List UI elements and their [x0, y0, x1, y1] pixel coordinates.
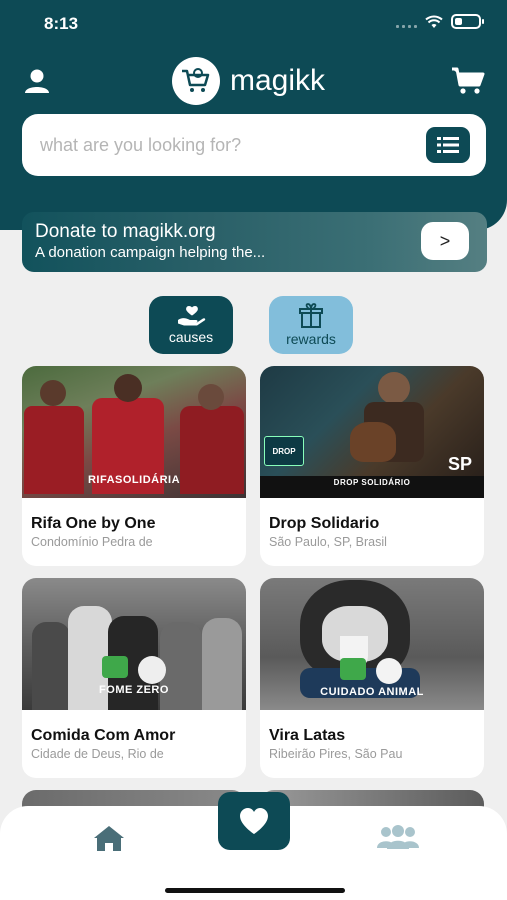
cause-card-image: RIFASOLIDÁRIA [22, 366, 246, 498]
app-logo: magikk [172, 57, 325, 105]
hand-heart-icon [178, 306, 206, 326]
cause-card-vira-latas[interactable]: CUIDADO ANIMAL Vira Latas Ribeirão Pires… [260, 578, 484, 778]
card-title: Drop Solidario [269, 515, 380, 532]
favorites-tab[interactable] [218, 792, 290, 850]
status-icons [396, 14, 484, 29]
card-location: Ribeirão Pires, São Pau [269, 747, 403, 761]
card-image-tag: RIFASOLIDÁRIA [87, 474, 181, 486]
card-title: Rifa One by One [31, 515, 156, 532]
donate-banner[interactable]: Donate to magikk.org A donation campaign… [22, 212, 487, 272]
cause-card-comida[interactable]: FOME ZERO Comida Com Amor Cidade de Deus… [22, 578, 246, 778]
cause-card-rifa[interactable]: RIFASOLIDÁRIA Rifa One by One Condomínio… [22, 366, 246, 566]
cause-card-image: DROP SP DROP SOLIDÁRIO [260, 366, 484, 498]
home-indicator [165, 888, 345, 893]
status-bar: 8:13 [0, 0, 507, 48]
search-input[interactable] [40, 134, 400, 156]
card-image-tag: FOME ZERO [99, 684, 169, 696]
bottom-navigation [0, 792, 507, 900]
cause-card-image: FOME ZERO [22, 578, 246, 710]
logo-cart-icon [172, 57, 220, 105]
status-time: 8:13 [44, 14, 79, 33]
logo-text: magikk [230, 64, 326, 97]
battery-icon [451, 14, 484, 29]
shopping-cart-icon[interactable] [451, 66, 485, 96]
donate-subtitle: A donation campaign helping the... [35, 244, 266, 261]
causes-label: causes [168, 329, 214, 345]
donate-arrow-button[interactable]: > [421, 222, 469, 260]
card-location: Cidade de Deus, Rio de [31, 747, 164, 761]
card-title: Comida Com Amor [31, 727, 176, 744]
wifi-icon [425, 15, 443, 28]
cause-card-image: CUIDADO ANIMAL [260, 578, 484, 710]
list-icon [437, 137, 459, 153]
users-icon[interactable] [376, 824, 420, 850]
chevron-right-icon: > [439, 230, 451, 251]
sp-badge: SP [447, 454, 472, 474]
rewards-label: rewards [286, 331, 336, 347]
card-title: Vira Latas [269, 727, 346, 744]
user-profile-icon[interactable] [22, 66, 52, 96]
donate-title: Donate to magikk.org [35, 221, 216, 242]
card-location: Condomínio Pedra de [31, 535, 153, 549]
app-header: 8:13 magikk [0, 0, 507, 230]
rewards-filter-button[interactable]: rewards [269, 296, 353, 354]
card-location: São Paulo, SP, Brasil [269, 535, 387, 549]
card-image-tag: CUIDADO ANIMAL [320, 686, 424, 698]
causes-filter-button[interactable]: causes [149, 296, 233, 354]
drop-solidario-badge: DROP [264, 436, 304, 466]
search-bar [22, 114, 486, 176]
card-image-tag: DROP SOLIDÁRIO [333, 478, 411, 487]
cause-card-drop-solidario[interactable]: DROP SP DROP SOLIDÁRIO Drop Solidario Sã… [260, 366, 484, 566]
category-list-button[interactable] [426, 127, 470, 163]
signal-icon [396, 16, 417, 28]
gift-box-icon [299, 303, 323, 328]
home-icon[interactable] [92, 824, 126, 852]
heart-icon [240, 808, 268, 834]
